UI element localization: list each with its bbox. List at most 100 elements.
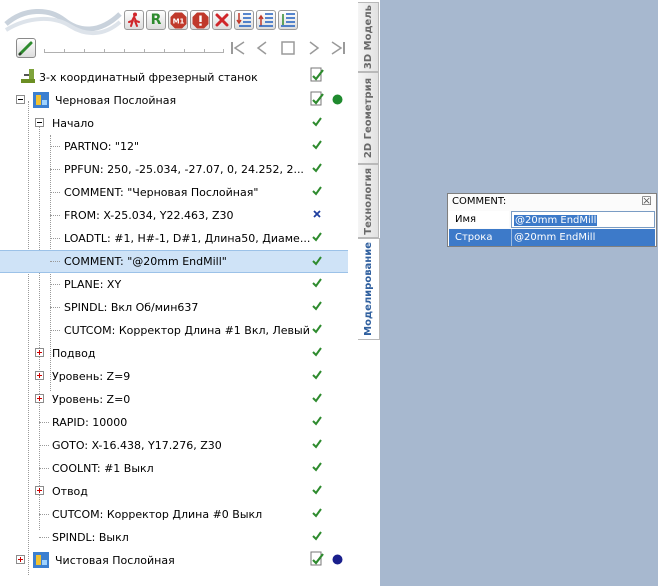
operation-panel: R M1 3-х координатный фрезерный станок Ч… [0, 0, 359, 586]
tree-node-spindl-on[interactable]: SPINDL: Вкл Об/мин637 [14, 296, 348, 319]
property-key: Строка [455, 232, 493, 243]
check-icon[interactable] [311, 461, 323, 473]
expand-toggle[interactable] [16, 555, 25, 564]
previous-frame-icon[interactable] [252, 38, 272, 58]
tree-node-comment-endmill[interactable]: COMMENT: "@20mm EndMill" [0, 250, 348, 273]
run-simulation-button[interactable] [124, 10, 144, 30]
tree-node-partno[interactable]: PARTNO: "12" [14, 135, 348, 158]
disabled-x-icon[interactable] [311, 208, 323, 220]
check-icon[interactable] [311, 277, 323, 289]
tree-node-approach[interactable]: Подвод [14, 342, 348, 365]
tree-node-label: LOADTL: #1, H#-1, D#1, Длина50, Диаме... [64, 232, 311, 245]
list-down-button[interactable] [234, 10, 254, 30]
list-up-button[interactable] [256, 10, 276, 30]
tree-node-machine[interactable]: 3-х координатный фрезерный станок [14, 66, 348, 89]
tree-node-label: Отвод [52, 485, 88, 498]
collapse-toggle[interactable] [16, 95, 25, 104]
tree-node-coolnt[interactable]: COOLNT: #1 Выкл [14, 457, 348, 480]
tree-node-spindl-off[interactable]: SPINDL: Выкл [14, 526, 348, 549]
tree-node-finish-operation[interactable]: Чистовая Послойная [14, 549, 348, 572]
document-check-icon[interactable] [309, 551, 325, 567]
check-icon[interactable] [311, 392, 323, 404]
expand-toggle[interactable] [35, 348, 44, 357]
tree-node-cutcom-on[interactable]: CUTCOM: Корректор Длина #1 Вкл, Левый [14, 319, 348, 342]
list-arrow-down-icon [236, 13, 251, 27]
machine-icon [21, 69, 35, 83]
check-icon[interactable] [311, 231, 323, 243]
next-frame-icon[interactable] [304, 38, 324, 58]
tree-node-rough-operation[interactable]: Черновая Послойная [14, 89, 348, 112]
tree-node-loadtl[interactable]: LOADTL: #1, H#-1, D#1, Длина50, Диаме... [14, 227, 348, 250]
tree-node-level-0[interactable]: Уровень: Z=0 [14, 388, 348, 411]
last-frame-icon[interactable] [328, 38, 348, 58]
tab-technology[interactable]: Технология [358, 164, 379, 238]
tree-node-label: RAPID: 10000 [52, 416, 128, 429]
tree-node-level-9[interactable]: Уровень: Z=9 [14, 365, 348, 388]
vertical-tab-bar: 3D Модель 2D Геометрия Технология Модели… [358, 0, 380, 586]
stop-button[interactable] [190, 10, 210, 30]
property-row-string[interactable]: Строка @20mm EndMill [449, 229, 655, 246]
tree-node-label: Подвод [52, 347, 96, 360]
tree-node-start[interactable]: Начало [14, 112, 348, 135]
check-icon[interactable] [311, 530, 323, 542]
simulation-progress-slider[interactable] [44, 46, 224, 53]
tab-label: Технология [362, 167, 374, 235]
check-icon[interactable] [311, 346, 323, 358]
check-icon[interactable] [311, 162, 323, 174]
check-icon[interactable] [311, 116, 323, 128]
tree-node-label: PLANE: XY [64, 278, 122, 291]
stop-playback-icon[interactable] [278, 38, 298, 58]
check-icon[interactable] [311, 139, 323, 151]
delete-button[interactable] [212, 10, 232, 30]
tree-node-label: COOLNT: #1 Выкл [52, 462, 154, 475]
tree-node-retract[interactable]: Отвод [14, 480, 348, 503]
check-icon[interactable] [311, 255, 323, 267]
tree-node-cutcom-off[interactable]: CUTCOM: Корректор Длина #0 Выкл [14, 503, 348, 526]
document-check-icon[interactable] [309, 91, 325, 107]
tree-node-ppfun[interactable]: PPFUN: 250, -25.034, -27.07, 0, 24.252, … [14, 158, 348, 181]
check-icon[interactable] [311, 323, 323, 335]
tab-simulation[interactable]: Моделирование [358, 238, 380, 340]
check-icon[interactable] [311, 369, 323, 381]
check-icon[interactable] [311, 507, 323, 519]
tree-node-label: PPFUN: 250, -25.034, -27.07, 0, 24.252, … [64, 163, 304, 176]
logo-swirl-icon [4, 8, 122, 35]
document-check-icon[interactable] [309, 67, 325, 83]
close-icon[interactable]: ☒ [641, 194, 652, 208]
check-icon[interactable] [311, 438, 323, 450]
3d-viewport[interactable] [380, 0, 658, 586]
collapse-toggle[interactable] [35, 118, 44, 127]
expand-toggle[interactable] [35, 371, 44, 380]
toolbar: R M1 [0, 0, 358, 64]
property-value-input[interactable]: @20mm EndMill [511, 211, 655, 228]
check-icon[interactable] [311, 484, 323, 496]
tree-node-label: SPINDL: Вкл Об/мин637 [64, 301, 199, 314]
reset-button[interactable]: R [146, 10, 166, 30]
tab-2d-geometry[interactable]: 2D Геометрия [358, 72, 379, 164]
m1-stop-button[interactable]: M1 [168, 10, 188, 30]
tree-node-label: Чистовая Послойная [55, 554, 175, 567]
tree-node-label: CUTCOM: Корректор Длина #1 Вкл, Левый [64, 324, 310, 337]
expand-toggle[interactable] [35, 486, 44, 495]
tree-node-comment-rough[interactable]: COMMENT: "Черновая Послойная" [14, 181, 348, 204]
tree-node-label: CUTCOM: Корректор Длина #0 Выкл [52, 508, 263, 521]
tree-node-goto[interactable]: GOTO: X-16.438, Y17.276, Z30 [14, 434, 348, 457]
check-icon[interactable] [311, 185, 323, 197]
check-icon[interactable] [311, 415, 323, 427]
expand-toggle[interactable] [35, 394, 44, 403]
tab-label: Моделирование [363, 242, 374, 336]
tree-node-plane[interactable]: PLANE: XY [14, 273, 348, 296]
edit-button[interactable] [16, 38, 36, 58]
tree-node-rapid[interactable]: RAPID: 10000 [14, 411, 348, 434]
tree-node-label: Уровень: Z=0 [52, 393, 131, 406]
tab-3d-model[interactable]: 3D Модель [358, 2, 379, 72]
tab-label: 2D Геометрия [362, 77, 374, 159]
check-icon[interactable] [311, 300, 323, 312]
property-key: Имя [449, 211, 509, 228]
tree-node-from[interactable]: FROM: X-25.034, Y22.463, Z30 [14, 204, 348, 227]
property-popup: COMMENT: ☒ Имя @20mm EndMill Строка @20m… [447, 193, 657, 247]
pencil-icon [18, 41, 33, 56]
status-dot-blue-icon [332, 554, 343, 565]
list-sort-button[interactable] [278, 10, 298, 30]
first-frame-icon[interactable] [228, 38, 248, 58]
